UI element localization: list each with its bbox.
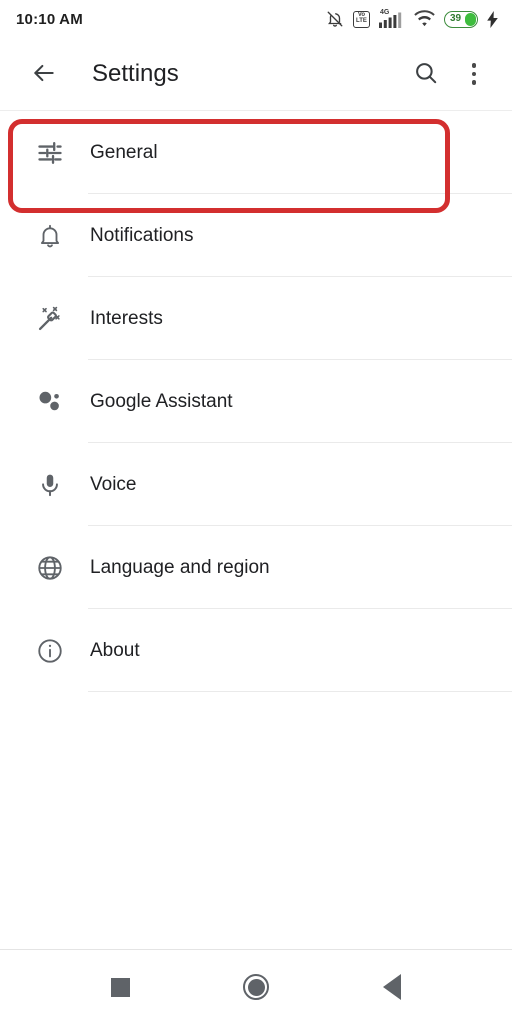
list-item-label: About: [90, 639, 140, 661]
list-item-label: Notifications: [90, 224, 194, 246]
app-toolbar: Settings: [0, 38, 512, 110]
search-button[interactable]: [402, 50, 450, 98]
battery-icon: 39: [444, 10, 478, 28]
row-divider: [88, 691, 512, 692]
square-icon: [110, 977, 130, 997]
status-bar: 10:10 AM Vo LTE 4G 39: [0, 0, 512, 38]
notifications-off-icon: [326, 10, 344, 28]
info-circle-icon: [30, 631, 70, 671]
nav-back-button[interactable]: [364, 959, 420, 1015]
battery-fill: [465, 12, 476, 26]
list-item-general[interactable]: General: [0, 111, 512, 194]
phone-screen: 10:10 AM Vo LTE 4G 39 Settings General N…: [0, 0, 512, 1024]
list-item-about[interactable]: About: [0, 609, 512, 692]
page-title: Settings: [92, 60, 179, 87]
list-item-label: Language and region: [90, 556, 270, 578]
list-item-interests[interactable]: Interests: [0, 277, 512, 360]
bell-icon: [30, 216, 70, 256]
settings-list-area: General Notifications Interests Google A…: [0, 110, 512, 949]
globe-icon: [30, 548, 70, 588]
list-item-google-assistant[interactable]: Google Assistant: [0, 360, 512, 443]
status-time: 10:10 AM: [16, 10, 83, 28]
list-item-voice[interactable]: Voice: [0, 443, 512, 526]
battery-level-label: 39: [450, 13, 462, 24]
google-assistant-icon: [30, 382, 70, 422]
more-vert-icon: [471, 63, 477, 85]
circle-icon: [243, 974, 269, 1000]
mobile-signal-icon: 4G: [379, 9, 405, 28]
wifi-icon: [414, 10, 435, 28]
list-item-label: Interests: [90, 307, 163, 329]
overflow-menu-button[interactable]: [450, 50, 498, 98]
magic-wand-icon: [30, 299, 70, 339]
volte-line-2: LTE: [356, 18, 367, 24]
list-item-language-and-region[interactable]: Language and region: [0, 526, 512, 609]
volte-icon: Vo LTE: [353, 10, 370, 28]
nav-recents-button[interactable]: [92, 959, 148, 1015]
list-item-label: General: [90, 141, 158, 163]
search-icon: [413, 60, 439, 89]
list-item-label: Voice: [90, 473, 137, 495]
back-button[interactable]: [20, 50, 68, 98]
charging-bolt-icon: [487, 10, 498, 28]
arrow-back-icon: [31, 60, 57, 89]
list-item-notifications[interactable]: Notifications: [0, 194, 512, 277]
microphone-icon: [30, 465, 70, 505]
system-navigation-bar: [0, 949, 512, 1024]
triangle-left-icon: [383, 974, 401, 1000]
settings-list: General Notifications Interests Google A…: [0, 111, 512, 692]
list-item-label: Google Assistant: [90, 390, 233, 412]
network-type-label: 4G: [380, 9, 390, 16]
status-icon-group: Vo LTE 4G 39: [326, 9, 498, 28]
tune-icon: [30, 133, 70, 173]
nav-home-button[interactable]: [228, 959, 284, 1015]
